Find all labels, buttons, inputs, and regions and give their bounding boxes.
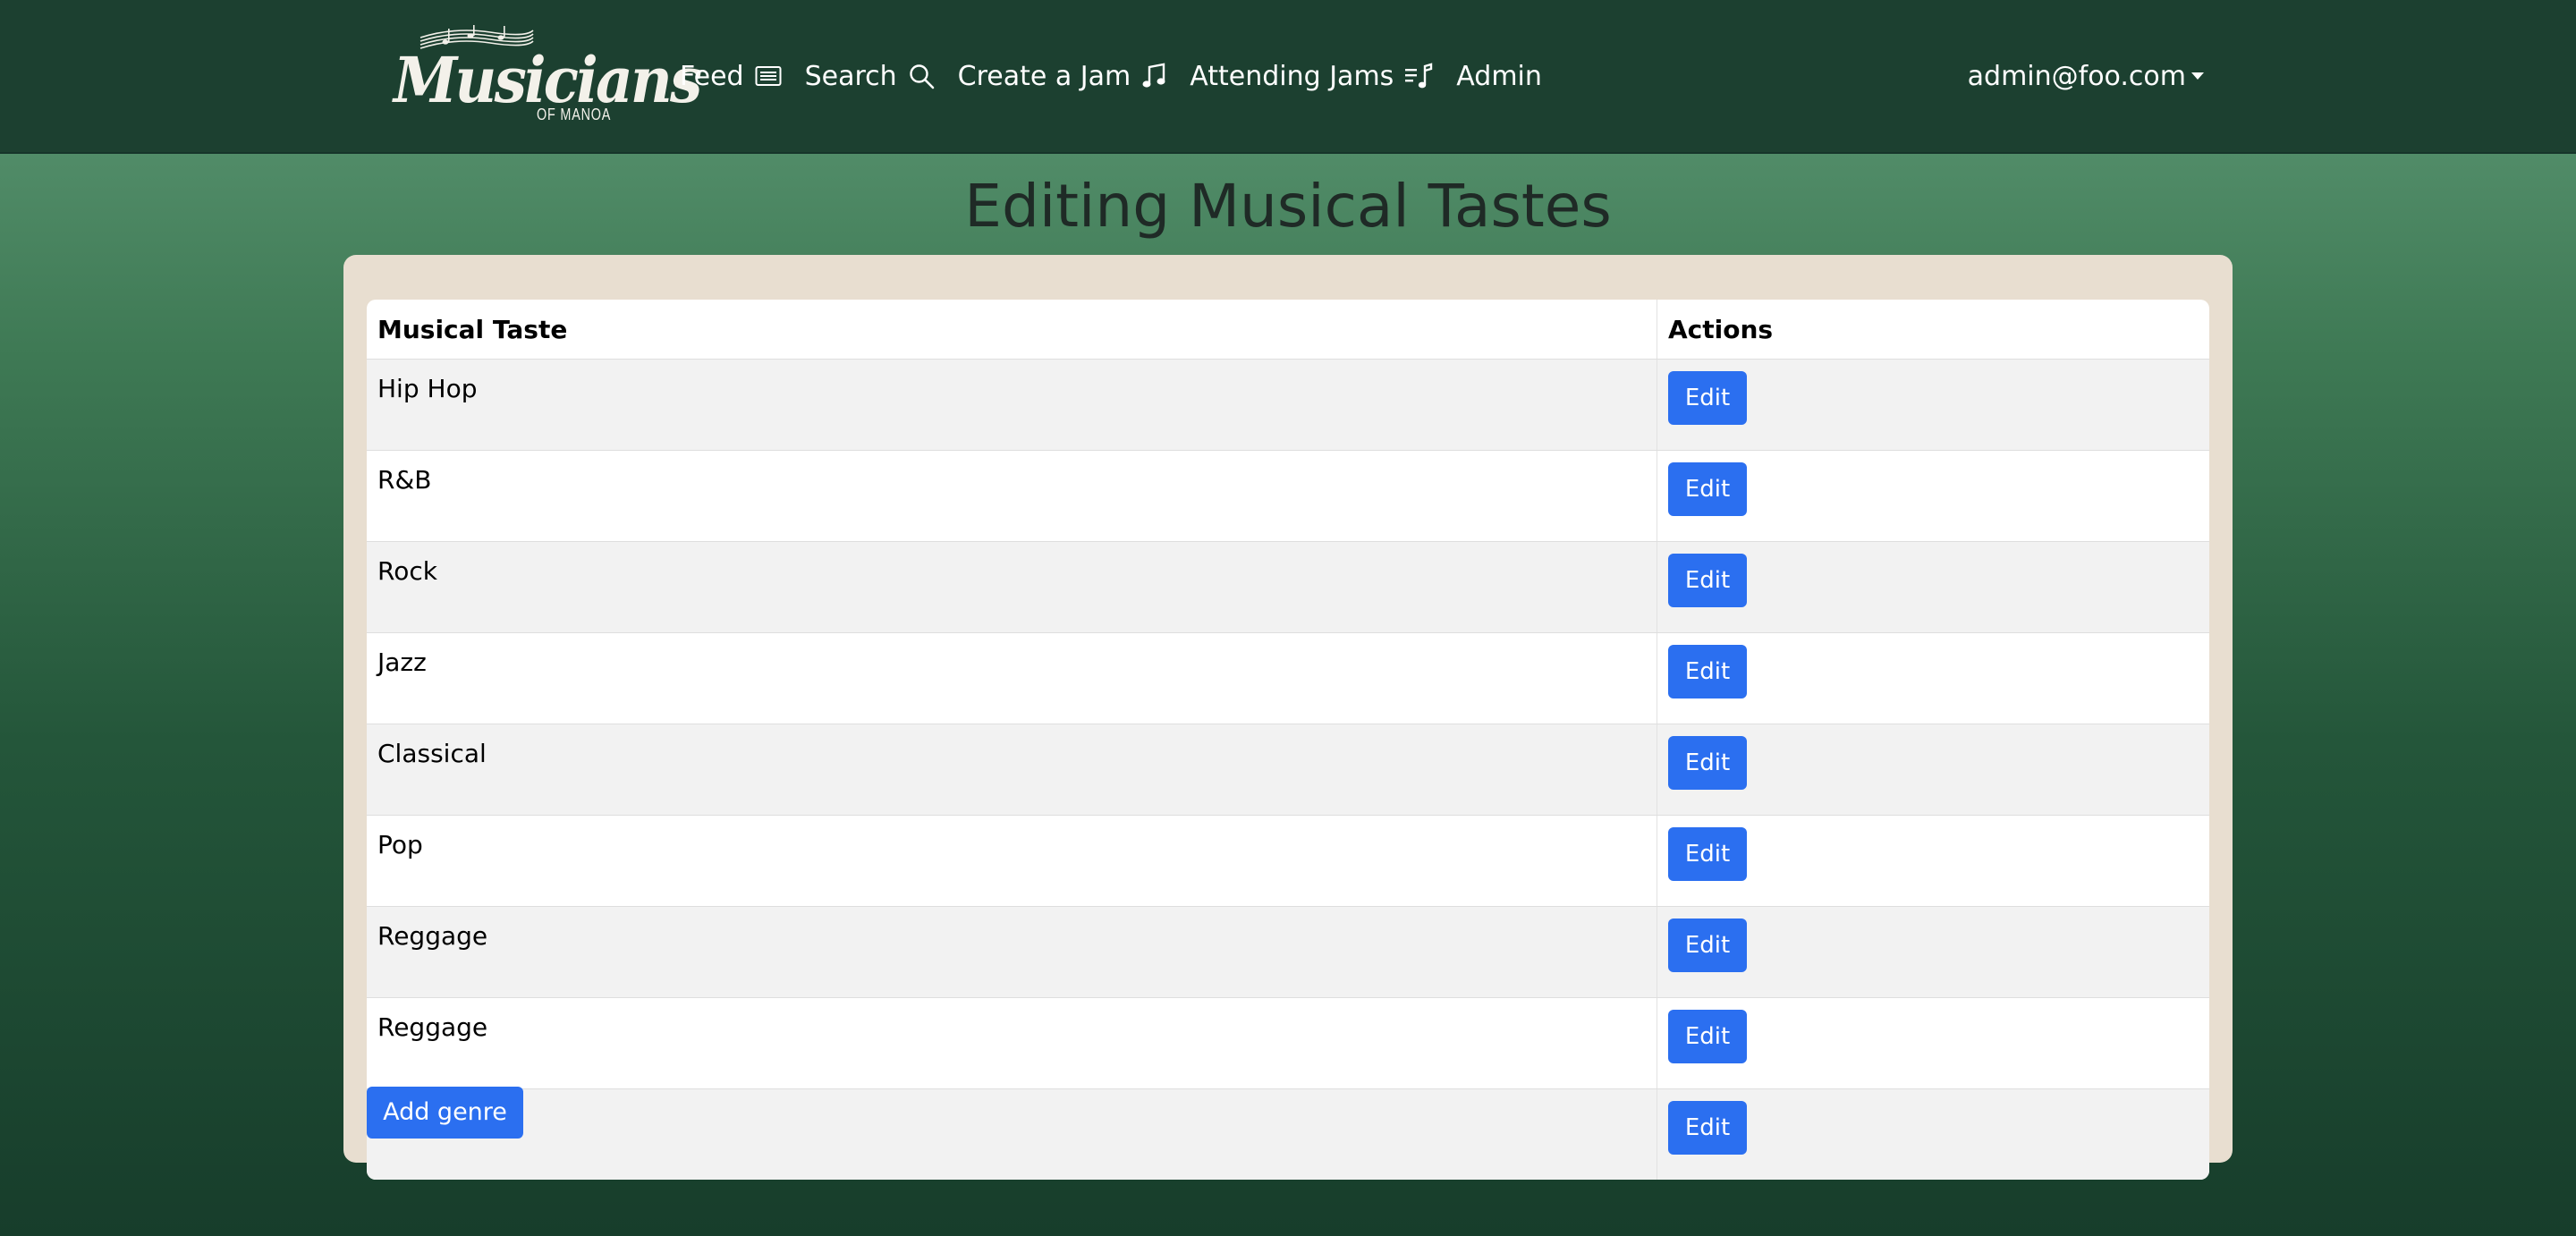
nav-link-attending-jams[interactable]: Attending Jams xyxy=(1190,61,1433,92)
edit-button[interactable]: Edit xyxy=(1668,1010,1747,1063)
table-row: Pop Edit xyxy=(367,815,2209,907)
nav-link-admin[interactable]: Admin xyxy=(1456,61,1542,92)
nav-link-create-jam[interactable]: Create a Jam xyxy=(958,61,1167,92)
nav-link-feed[interactable]: Feed xyxy=(680,61,782,92)
table-row: Edit xyxy=(367,1088,2209,1180)
music-playlist-icon xyxy=(1405,63,1433,89)
table-header-row: Musical Taste Actions xyxy=(367,300,2209,360)
column-header-actions: Actions xyxy=(1657,300,2209,360)
edit-button[interactable]: Edit xyxy=(1668,1101,1747,1155)
musical-taste-cell: R&B xyxy=(367,450,1657,542)
actions-cell: Edit xyxy=(1657,815,2209,907)
table-row: Jazz Edit xyxy=(367,632,2209,724)
actions-cell: Edit xyxy=(1657,997,2209,1089)
edit-button[interactable]: Edit xyxy=(1668,645,1747,698)
edit-button[interactable]: Edit xyxy=(1668,827,1747,881)
musical-tastes-table: Musical Taste Actions Hip Hop Edit R&B E… xyxy=(367,300,2209,1180)
edit-button[interactable]: Edit xyxy=(1668,919,1747,972)
edit-button[interactable]: Edit xyxy=(1668,371,1747,425)
add-genre-button[interactable]: Add genre xyxy=(367,1087,523,1139)
table-row: Rock Edit xyxy=(367,541,2209,633)
nav-link-label: Feed xyxy=(680,60,744,92)
musical-taste-cell: Classical xyxy=(367,724,1657,816)
table-row: R&B Edit xyxy=(367,450,2209,542)
page-title: Editing Musical Tastes xyxy=(964,172,1612,241)
table-row: Reggage Edit xyxy=(367,997,2209,1089)
actions-cell: Edit xyxy=(1657,359,2209,451)
actions-cell: Edit xyxy=(1657,450,2209,542)
navbar: Musicians OF MANOA Feed Search Create a … xyxy=(0,0,2576,154)
user-email: admin@foo.com xyxy=(1967,60,2186,92)
nav-links: Feed Search Create a Jam Attending Jams … xyxy=(680,52,1565,100)
newspaper-icon xyxy=(755,66,782,86)
actions-cell: Edit xyxy=(1657,632,2209,724)
column-header-musical-taste: Musical Taste xyxy=(367,300,1657,360)
nav-link-label: Admin xyxy=(1456,60,1542,92)
nav-link-label: Create a Jam xyxy=(957,60,1131,92)
nav-link-label: Search xyxy=(804,60,897,92)
actions-cell: Edit xyxy=(1657,1088,2209,1180)
nav-link-label: Attending Jams xyxy=(1190,60,1394,92)
table-row: Reggage Edit xyxy=(367,906,2209,998)
actions-cell: Edit xyxy=(1657,724,2209,816)
musicians-of-manoa-logo[interactable]: Musicians OF MANOA xyxy=(394,25,702,123)
table-row: Hip Hop Edit xyxy=(367,359,2209,451)
musical-taste-cell xyxy=(367,1088,1657,1180)
nav-link-search[interactable]: Search xyxy=(805,61,935,92)
actions-cell: Edit xyxy=(1657,906,2209,998)
caret-down-icon xyxy=(2191,72,2204,80)
content-card: Musical Taste Actions Hip Hop Edit R&B E… xyxy=(343,255,2233,1180)
musical-taste-cell: Rock xyxy=(367,541,1657,633)
user-dropdown[interactable]: admin@foo.com xyxy=(1968,52,2204,100)
musical-taste-cell: Pop xyxy=(367,815,1657,907)
logo-subtitle: OF MANOA xyxy=(537,106,612,123)
musical-taste-cell: Jazz xyxy=(367,632,1657,724)
musical-tastes-table-wrapper: Musical Taste Actions Hip Hop Edit R&B E… xyxy=(367,300,2209,1180)
actions-cell: Edit xyxy=(1657,541,2209,633)
edit-button[interactable]: Edit xyxy=(1668,736,1747,790)
search-icon xyxy=(909,64,934,89)
edit-button[interactable]: Edit xyxy=(1668,462,1747,516)
music-note-icon xyxy=(1142,63,1165,88)
musical-taste-cell: Hip Hop xyxy=(367,359,1657,451)
musical-taste-cell: Reggage xyxy=(367,906,1657,998)
table-row: Classical Edit xyxy=(367,724,2209,816)
musical-taste-cell: Reggage xyxy=(367,997,1657,1089)
edit-button[interactable]: Edit xyxy=(1668,554,1747,607)
